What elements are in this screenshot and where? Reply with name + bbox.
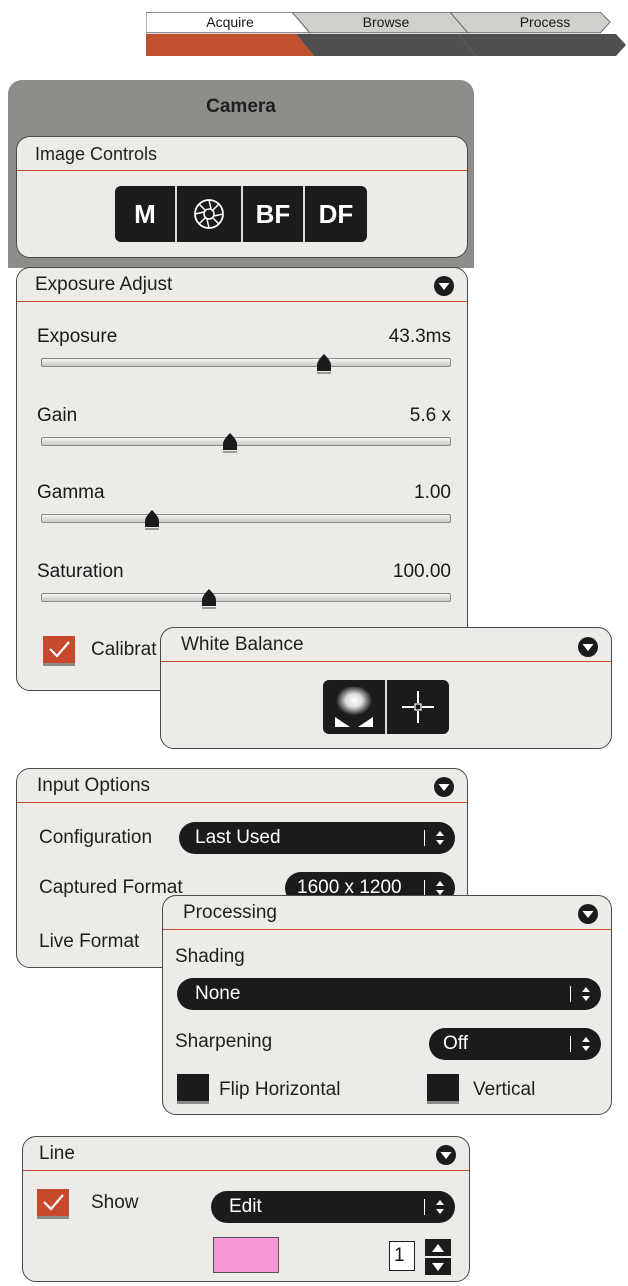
aperture-icon [194, 199, 224, 229]
exposure-slider: Exposure 43.3ms [37, 326, 451, 394]
show-label: Show [91, 1192, 139, 1213]
decrement-button[interactable] [425, 1258, 451, 1275]
image-controls-panel: Image Controls M BF DF [16, 136, 468, 258]
vertical-checkbox[interactable] [427, 1074, 459, 1104]
panel-header: Image Controls [17, 137, 467, 171]
calibrate-checkbox[interactable] [43, 636, 75, 666]
updown-arrow-icon [582, 1037, 590, 1051]
updown-arrow-icon [436, 831, 444, 845]
checkmark-icon [49, 641, 70, 658]
line-panel: Line Show Edit 1 [22, 1136, 470, 1282]
panel-header: Input Options [17, 769, 467, 803]
auto-white-balance-button[interactable] [323, 680, 387, 734]
panel-header: Exposure Adjust [17, 268, 467, 302]
vertical-label: Vertical [473, 1079, 536, 1100]
sharpening-label: Sharpening [175, 1031, 273, 1052]
white-balance-panel: White Balance [160, 627, 612, 749]
line-width-value: 1 [394, 1245, 405, 1266]
slider-value: 100.00 [392, 561, 451, 582]
workflow-tabs: Acquire Browse Process [146, 12, 626, 56]
slider-track[interactable] [41, 593, 451, 602]
gamma-slider: Gamma 1.00 [37, 482, 451, 550]
show-checkbox[interactable] [37, 1189, 69, 1219]
slider-thumb[interactable] [142, 508, 162, 532]
white-balance-buttons [323, 680, 449, 734]
panel-header: Processing [163, 896, 611, 930]
darkfield-button[interactable]: DF [305, 186, 367, 242]
slider-value: 43.3ms [388, 326, 451, 347]
workflow-progress-bar [146, 34, 626, 56]
increment-button[interactable] [425, 1239, 451, 1256]
auto-white-balance-icon [335, 687, 373, 727]
sharpening-dropdown[interactable]: Off [429, 1028, 601, 1060]
slider-track[interactable] [41, 437, 451, 446]
dropdown-value: Last Used [195, 827, 281, 848]
collapse-icon[interactable] [435, 1144, 457, 1166]
flip-horizontal-label: Flip Horizontal [219, 1079, 341, 1100]
slider-label: Exposure [37, 326, 118, 347]
line-width-input[interactable]: 1 [389, 1241, 415, 1271]
line-mode-dropdown[interactable]: Edit [211, 1191, 455, 1223]
panel-header: Line [23, 1137, 469, 1171]
slider-label: Saturation [37, 561, 124, 582]
shading-dropdown[interactable]: None [177, 978, 601, 1010]
brightfield-button[interactable]: BF [243, 186, 305, 242]
slider-thumb[interactable] [314, 352, 334, 376]
image-controls-buttons: M BF DF [115, 186, 367, 242]
shading-label: Shading [175, 946, 245, 967]
aperture-button[interactable] [177, 186, 243, 242]
tab-process[interactable]: Process [460, 12, 628, 34]
calibrate-label: Calibrat [91, 639, 157, 660]
slider-label: Gamma [37, 482, 105, 503]
line-color-swatch[interactable] [213, 1237, 279, 1273]
saturation-slider: Saturation 100.00 [37, 561, 451, 629]
collapse-icon[interactable] [433, 275, 455, 297]
configuration-dropdown[interactable]: Last Used [179, 822, 455, 854]
collapse-icon[interactable] [577, 636, 599, 658]
crosshair-icon [402, 691, 434, 723]
panel-header: White Balance [161, 628, 611, 662]
configuration-label: Configuration [39, 827, 153, 848]
slider-label: Gain [37, 405, 78, 426]
live-format-label: Live Format [39, 931, 140, 952]
slider-track[interactable] [41, 514, 451, 523]
tab-acquire[interactable]: Acquire [146, 12, 314, 34]
dropdown-value: Off [443, 1033, 468, 1054]
slider-value: 1.00 [414, 482, 451, 503]
crosshair-button[interactable] [387, 680, 449, 734]
flip-horizontal-checkbox[interactable] [177, 1074, 209, 1104]
camera-title: Camera [206, 96, 276, 117]
slider-thumb[interactable] [220, 431, 240, 455]
arrow-down-icon [432, 1262, 444, 1271]
arrow-up-icon [432, 1243, 444, 1252]
checkmark-icon [43, 1194, 64, 1211]
manual-button[interactable]: M [115, 186, 177, 242]
tab-browse[interactable]: Browse [296, 12, 476, 34]
updown-arrow-icon [582, 987, 590, 1001]
slider-value: 5.6 x [409, 405, 451, 426]
captured-format-label: Captured Format [39, 877, 183, 898]
collapse-icon[interactable] [577, 903, 599, 925]
dropdown-value: Edit [229, 1196, 262, 1217]
gain-slider: Gain 5.6 x [37, 405, 451, 473]
updown-arrow-icon [436, 1200, 444, 1214]
collapse-icon[interactable] [433, 776, 455, 798]
slider-thumb[interactable] [199, 587, 219, 611]
dropdown-value: None [195, 983, 241, 1004]
processing-panel: Processing Shading None Sharpening Off F… [162, 895, 612, 1115]
slider-track[interactable] [41, 358, 451, 367]
